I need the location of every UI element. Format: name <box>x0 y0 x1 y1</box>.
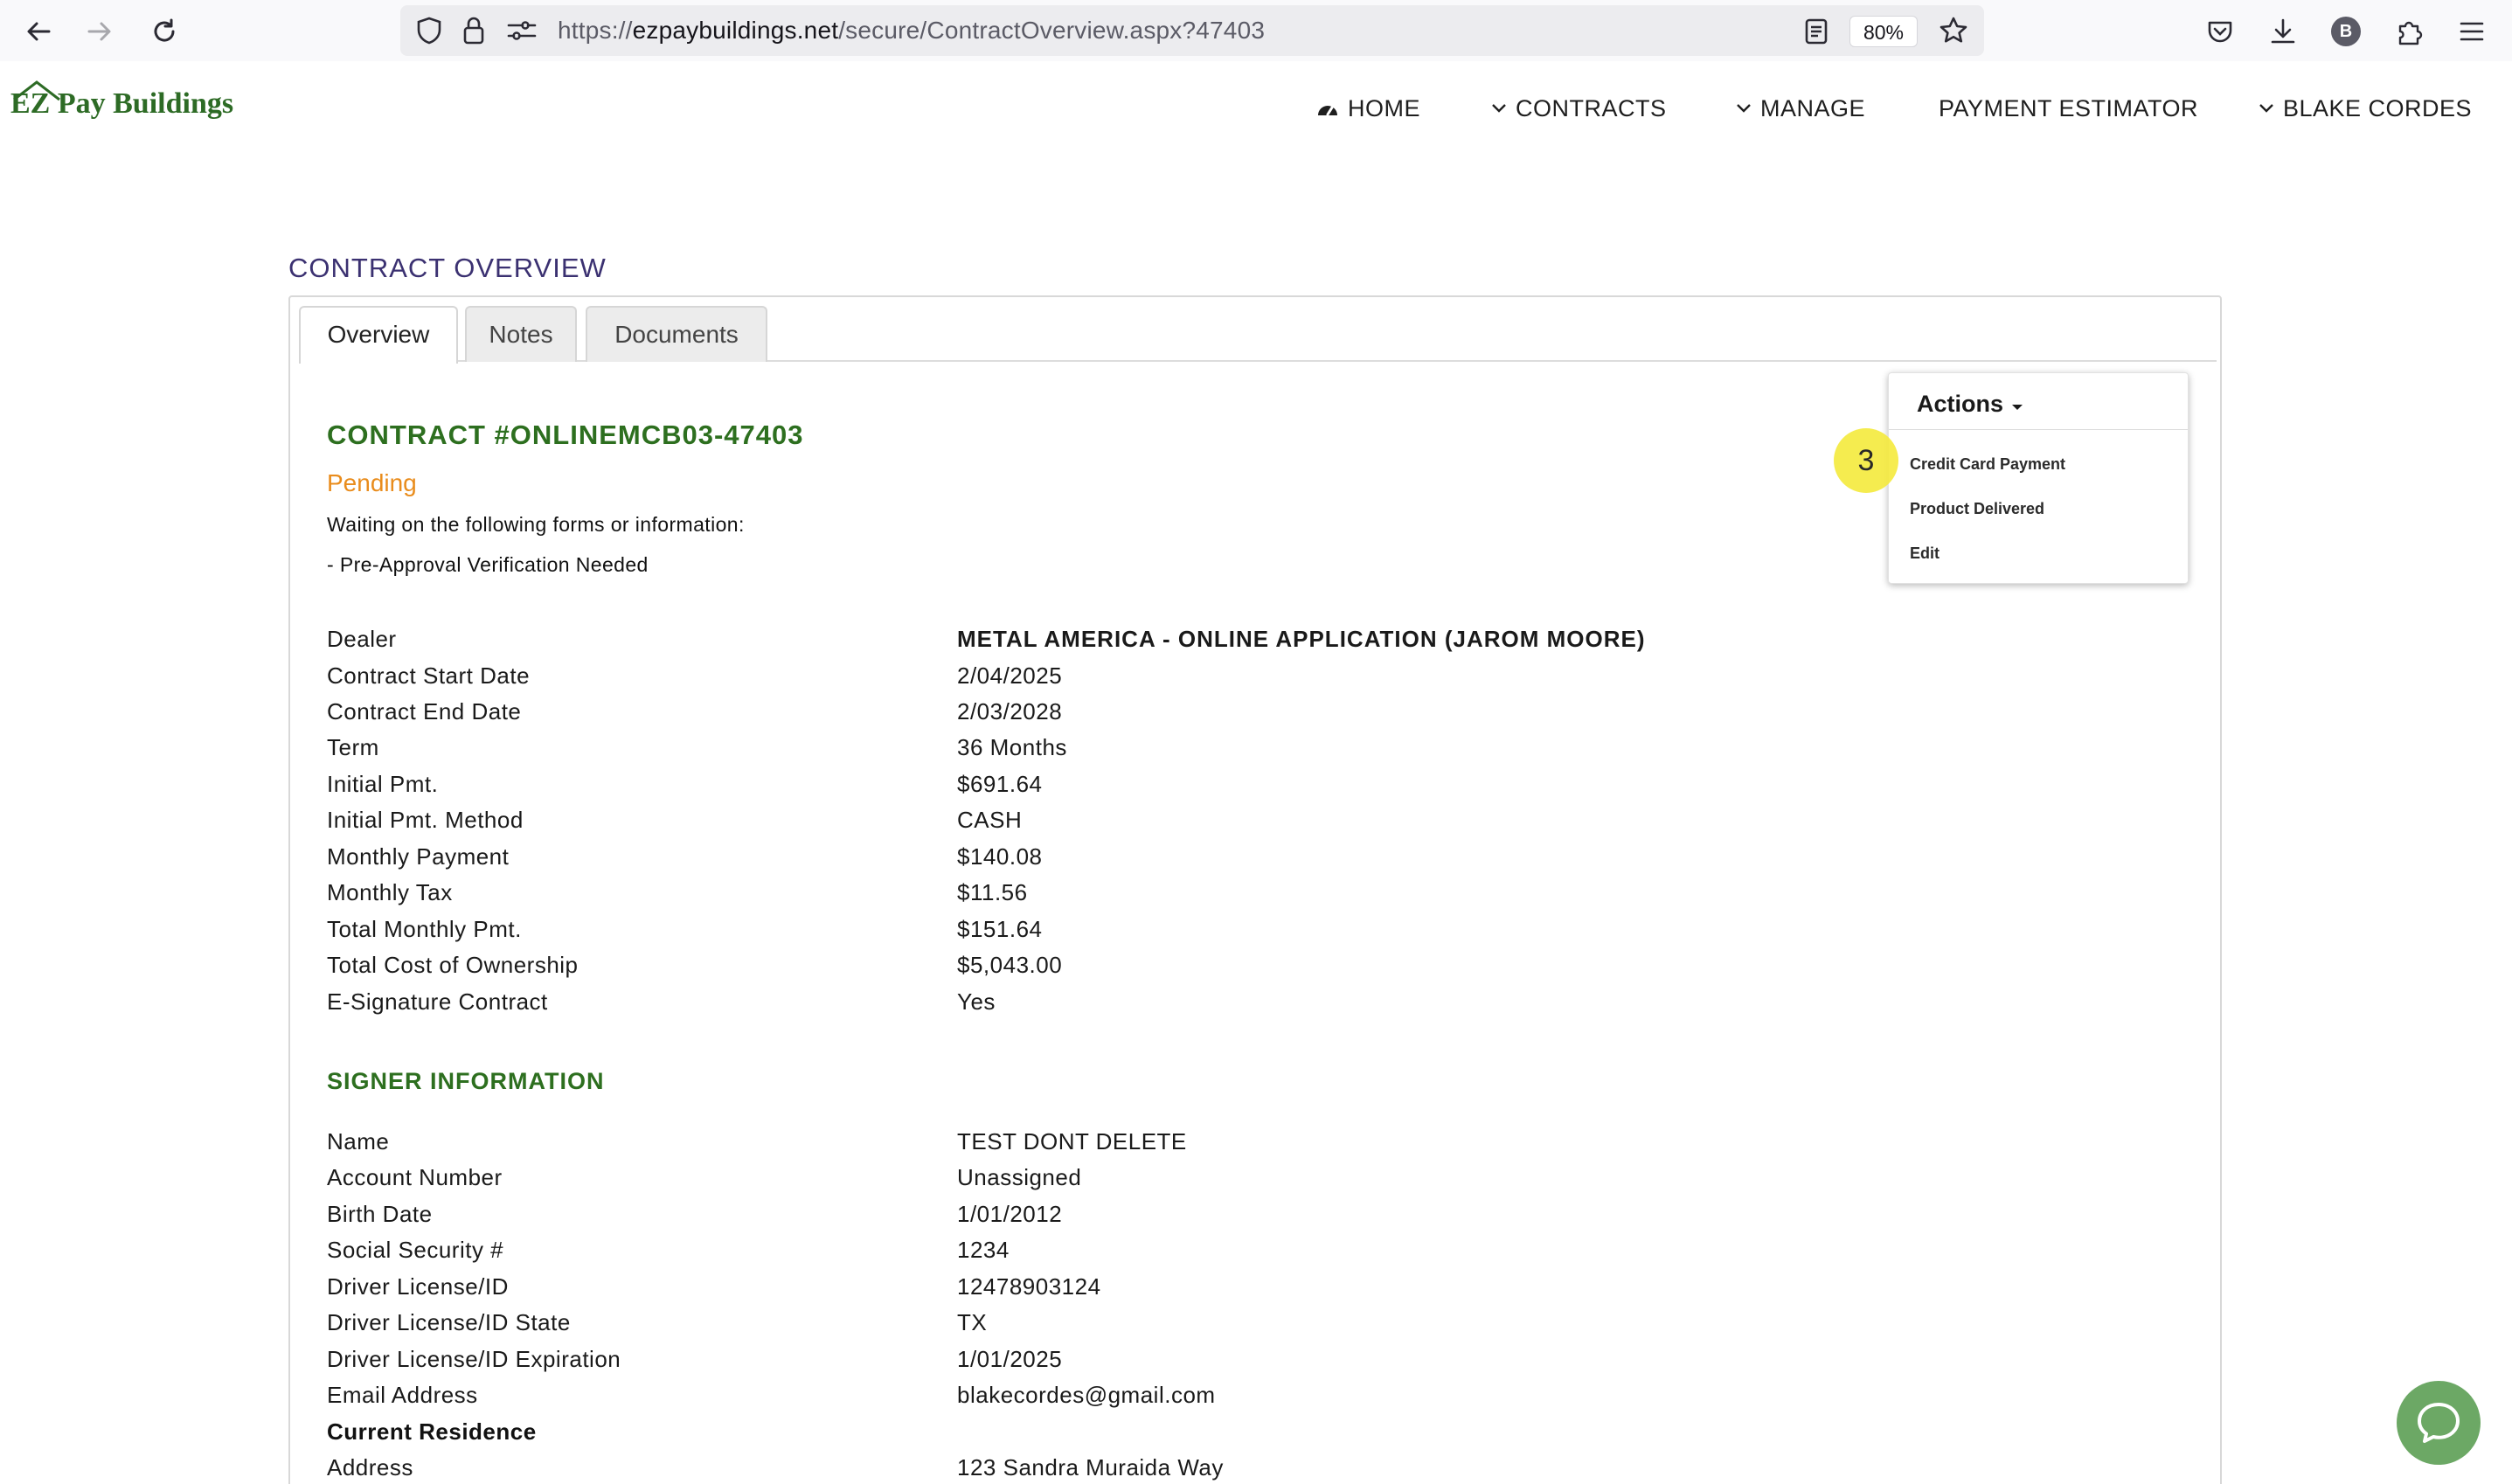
tab-notes[interactable]: Notes <box>465 306 577 362</box>
current-residence-heading: Current Residence <box>327 1418 537 1445</box>
extensions-puzzle-icon[interactable] <box>2390 12 2428 51</box>
detail-label: Initial Pmt. <box>327 771 439 797</box>
nav-manage[interactable]: MANAGE <box>1736 91 1865 126</box>
signer-value: TX <box>957 1309 988 1335</box>
tab-documents[interactable]: Documents <box>586 306 767 362</box>
page-title: CONTRACT OVERVIEW <box>288 253 607 283</box>
chevron-down-icon <box>1737 104 1751 113</box>
step-marker: 3 <box>1834 428 1898 493</box>
detail-value: $11.56 <box>957 879 1028 905</box>
actions-dropdown: Actions Credit Card Payment Product Deli… <box>1888 372 2189 584</box>
detail-label: Initial Pmt. Method <box>327 807 524 833</box>
signer-value: 1/01/2012 <box>957 1201 1063 1227</box>
detail-label: E-Signature Contract <box>327 988 548 1015</box>
detail-value: $151.64 <box>957 916 1043 942</box>
status-text: Pending <box>327 469 417 496</box>
actions-divider <box>1889 429 2188 430</box>
detail-label: Term <box>327 734 379 760</box>
hamburger-menu-icon[interactable] <box>2453 12 2491 51</box>
signer-value: 12478903124 <box>957 1273 1101 1300</box>
detail-label: Total Monthly Pmt. <box>327 916 522 942</box>
bookmark-star-icon[interactable] <box>1939 16 1968 50</box>
pocket-icon[interactable] <box>2201 12 2239 51</box>
signer-value: 1234 <box>957 1237 1010 1263</box>
caret-down-icon <box>2011 405 2023 410</box>
signer-label: Social Security # <box>327 1237 504 1263</box>
reader-view-icon[interactable] <box>1804 17 1828 50</box>
nav-contracts[interactable]: CONTRACTS <box>1491 91 1667 126</box>
dashboard-gauge-icon <box>1318 106 1337 116</box>
address-bar[interactable]: https://ezpaybuildings.net/secure/Contra… <box>400 5 1984 56</box>
signer-label: Driver License/ID State <box>327 1309 571 1335</box>
signer-value: TEST DONT DELETE <box>957 1128 1187 1155</box>
detail-value: $691.64 <box>957 771 1043 797</box>
detail-label: Monthly Tax <box>327 879 453 905</box>
detail-value: CASH <box>957 807 1023 833</box>
detail-label: Contract End Date <box>327 698 522 725</box>
signer-label: Email Address <box>327 1382 478 1408</box>
reload-icon[interactable] <box>145 12 184 51</box>
actions-button[interactable]: Actions <box>1917 391 2024 418</box>
requirement-item: - Pre-Approval Verification Needed <box>327 553 649 576</box>
contract-number-heading: CONTRACT #ONLINEMCB03-47403 <box>327 420 804 450</box>
url-text[interactable]: https://ezpaybuildings.net/secure/Contra… <box>558 5 1265 56</box>
site-logo[interactable]: EZ Pay Buildings <box>10 75 233 128</box>
signer-label: Birth Date <box>327 1201 433 1227</box>
signer-label: Name <box>327 1128 390 1155</box>
address-label: Address <box>327 1454 413 1481</box>
download-icon[interactable] <box>2264 12 2302 51</box>
signer-label: Driver License/ID <box>327 1273 509 1300</box>
zoom-level[interactable]: 80% <box>1849 16 1918 47</box>
signer-label: Driver License/ID Expiration <box>327 1346 621 1372</box>
menu-item-product-delivered[interactable]: Product Delivered <box>1910 500 2044 518</box>
waiting-message: Waiting on the following forms or inform… <box>327 513 745 536</box>
chat-button[interactable] <box>2397 1381 2481 1465</box>
chevron-down-icon <box>1492 104 1506 113</box>
chevron-down-icon <box>2259 104 2273 113</box>
detail-value: $5,043.00 <box>957 952 1063 978</box>
detail-value: $140.08 <box>957 843 1043 870</box>
detail-value: 2/03/2028 <box>957 698 1063 725</box>
menu-item-credit-card-payment[interactable]: Credit Card Payment <box>1910 455 2065 474</box>
logo-text: EZ Pay Buildings <box>10 87 234 120</box>
signer-value: Unassigned <box>957 1164 1082 1190</box>
detail-value: METAL AMERICA - ONLINE APPLICATION (JARO… <box>957 626 1646 652</box>
permissions-icon[interactable] <box>507 18 537 47</box>
chat-bubble-icon <box>2418 1403 2460 1443</box>
nav-payment-estimator[interactable]: PAYMENT ESTIMATOR <box>1939 91 2198 126</box>
signer-value: blakecordes@gmail.com <box>957 1382 1216 1408</box>
nav-user-menu[interactable]: BLAKE CORDES <box>2259 91 2472 126</box>
detail-value: 36 Months <box>957 734 1067 760</box>
detail-label: Total Cost of Ownership <box>327 952 579 978</box>
detail-label: Monthly Payment <box>327 843 510 870</box>
detail-value: 2/04/2025 <box>957 662 1063 689</box>
menu-item-edit[interactable]: Edit <box>1910 544 1940 563</box>
detail-label: Contract Start Date <box>327 662 531 689</box>
tab-overview[interactable]: Overview <box>299 306 458 364</box>
forward-arrow-icon[interactable] <box>80 12 119 51</box>
nav-home[interactable]: HOME <box>1316 91 1420 126</box>
detail-label: Dealer <box>327 626 397 652</box>
back-arrow-icon[interactable] <box>19 12 58 51</box>
signer-info-heading: SIGNER INFORMATION <box>327 1068 605 1094</box>
address-value: 123 Sandra Muraida Way <box>957 1454 1224 1481</box>
signer-value: 1/01/2025 <box>957 1346 1063 1372</box>
profile-avatar-icon[interactable]: B <box>2327 12 2365 51</box>
signer-label: Account Number <box>327 1164 503 1190</box>
lock-icon[interactable] <box>461 16 486 50</box>
detail-value: Yes <box>957 988 996 1015</box>
browser-toolbar: https://ezpaybuildings.net/secure/Contra… <box>0 0 2512 61</box>
shield-icon[interactable] <box>416 17 442 49</box>
